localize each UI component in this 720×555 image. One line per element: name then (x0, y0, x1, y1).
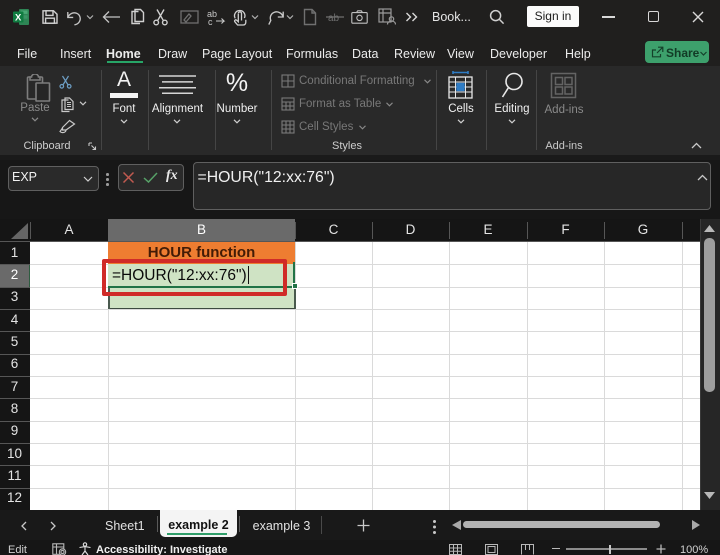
svg-text:c: c (208, 17, 213, 26)
svg-text:ab: ab (328, 13, 340, 24)
svg-text:X: X (15, 13, 22, 24)
